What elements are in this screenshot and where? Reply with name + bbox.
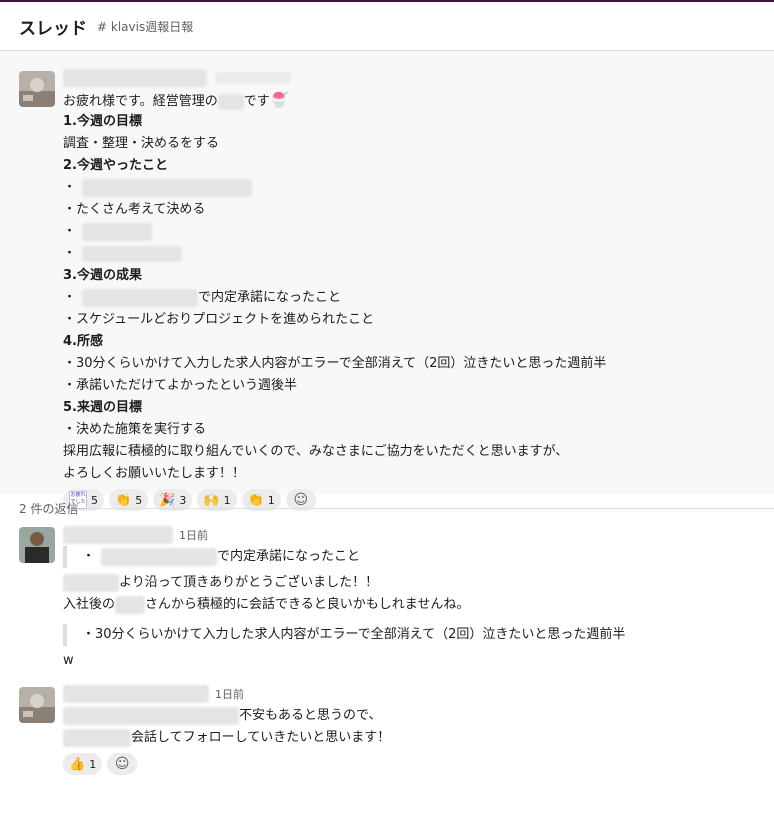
redacted-text (82, 178, 253, 197)
thumbs-up-icon: 👍 (69, 756, 86, 772)
shaved-ice-icon: 🍧 (269, 91, 289, 109)
list-item: ・ (63, 243, 774, 265)
text-line: より沿って頂きありがとうございました！！ (63, 572, 774, 594)
avatar[interactable] (19, 527, 55, 563)
list-item: ・承諾いただけてよかったという週後半 (63, 378, 298, 393)
page-title: スレッド (19, 18, 87, 39)
reply-message: 1日前 不安もあると思うので、 会話してフォローしていきたいと思います！ 👍 1… (0, 683, 774, 775)
message-meta (63, 67, 774, 89)
text-line: 採用広報に積極的に取り組んでいくので、みなさまにご協力をいただくと思いますが、 (63, 444, 569, 459)
text-line: w (63, 653, 74, 668)
redacted-text (82, 222, 153, 241)
avatar[interactable] (19, 687, 55, 723)
redacted-text (63, 706, 239, 725)
add-reaction-button[interactable]: ☺ (107, 753, 138, 775)
message-meta: 1日前 (63, 683, 774, 705)
list-item: ・で内定承諾になったこと (63, 288, 342, 307)
text-line: よろしくお願いいたします！！ (63, 466, 246, 481)
list-item: ・30分くらいかけて入力した求人内容がエラーで全部消えて（2回）泣きたいと思った… (63, 356, 607, 371)
redacted-username (63, 526, 173, 544)
thread-header: スレッド # klavis週報日報 (0, 2, 774, 51)
section-heading: 3.今週の成果 (63, 268, 142, 283)
redacted-text (63, 573, 119, 592)
list-item: ・決めた施策を実行する (63, 422, 207, 437)
text-line: 入社後の さんから積極的に会話できると良いかもしれませんね。 (63, 595, 470, 614)
reaction-thumbsup[interactable]: 👍 1 (63, 753, 103, 775)
greeting-line: お疲れ様です。経営管理の です🍧 (63, 91, 289, 110)
section-heading: 2.今週やったこと (63, 158, 168, 173)
redacted-text (82, 288, 199, 307)
reply-message: 1日前 ・で内定承諾になったこと より沿って頂きありがとうございました！！ 入社… (0, 521, 774, 683)
redacted-name (217, 93, 244, 110)
redacted-name (115, 595, 146, 614)
text-line: 会話してフォローしていきたいと思います！ (63, 727, 774, 749)
parent-message: お疲れ様です。経営管理の です🍧 1.今週の目標 調査・整理・決めるをする 2.今… (0, 51, 774, 511)
text-line: 調査・整理・決めるをする (63, 136, 220, 151)
section-heading: 1.今週の目標 (63, 114, 142, 129)
timestamp[interactable]: 1日前 (215, 686, 244, 702)
reaction-bar: 👍 1 ☺ (63, 753, 774, 775)
section-heading: 5.来週の目標 (63, 400, 142, 415)
avatar[interactable] (19, 71, 55, 107)
section-heading: 4.所感 (63, 334, 103, 349)
text-line: 不安もあると思うので、 (63, 705, 774, 727)
blockquote: ・30分くらいかけて入力した求人内容がエラーで全部消えて（2回）泣きたいと思った… (63, 624, 774, 646)
redacted-text (82, 245, 183, 262)
channel-link[interactable]: # klavis週報日報 (97, 18, 193, 35)
replies-divider: 2 件の返信 (0, 495, 774, 521)
redacted-username (63, 69, 207, 87)
redacted-text (101, 547, 218, 566)
list-item: ・スケジュールどおりプロジェクトを進められたこと (63, 312, 375, 327)
list-item: ・ (63, 177, 774, 199)
list-item: ・ (63, 221, 774, 243)
timestamp[interactable]: 1日前 (179, 527, 208, 543)
redacted-username (63, 685, 209, 703)
redacted-timestamp (215, 72, 291, 84)
message-meta: 1日前 (63, 521, 774, 546)
reply-count: 2 件の返信 (19, 501, 79, 516)
list-item: ・たくさん考えて決める (63, 202, 206, 217)
redacted-text (63, 728, 131, 747)
add-emoji-icon: ☺ (114, 756, 130, 772)
divider-rule (88, 507, 774, 509)
blockquote: ・で内定承諾になったこと (63, 546, 774, 568)
